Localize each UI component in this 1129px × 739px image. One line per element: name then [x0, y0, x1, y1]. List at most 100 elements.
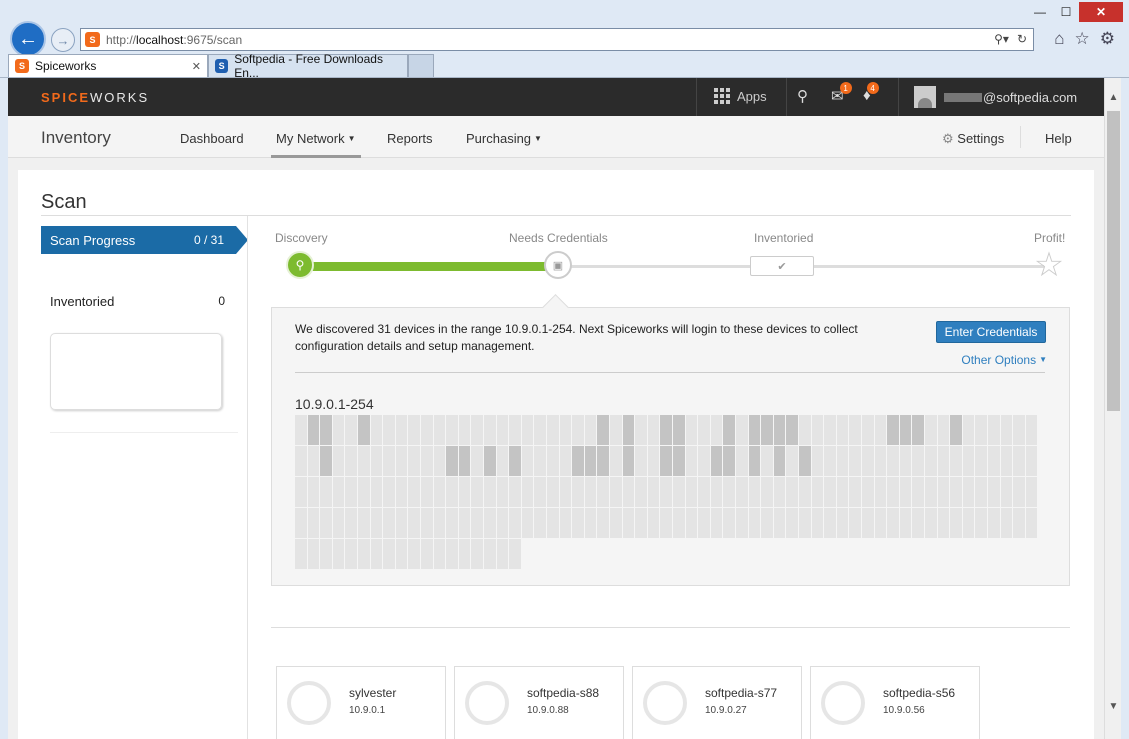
tab-softpedia[interactable]: S Softpedia - Free Downloads En... [208, 52, 408, 80]
vertical-scrollbar[interactable]: ▲ ▼ [1104, 78, 1121, 739]
search-icon[interactable]: ⚲ [797, 87, 808, 105]
ip-cell [925, 446, 937, 476]
device-ip: 10.9.0.56 [883, 705, 925, 716]
device-card[interactable]: softpedia-s77 10.9.0.27 [632, 666, 802, 739]
device-card[interactable]: softpedia-s88 10.9.0.88 [454, 666, 624, 739]
ip-cell [962, 446, 975, 476]
apps-button[interactable]: Apps [714, 88, 767, 104]
back-button[interactable]: ← [10, 21, 46, 57]
inventoried-label: Inventoried [50, 294, 115, 309]
ip-cell [458, 508, 471, 538]
tab-spiceworks[interactable]: S Spiceworks ✕ [8, 54, 208, 77]
nav-reports[interactable]: Reports [387, 131, 433, 146]
ip-cell [1013, 446, 1025, 476]
ip-cell [899, 477, 912, 507]
ip-cell [710, 477, 723, 507]
ip-cell [748, 446, 761, 476]
ip-cell [773, 508, 786, 538]
nav-dashboard[interactable]: Dashboard [180, 131, 244, 146]
ip-cell [1025, 508, 1038, 538]
nav-purchasing[interactable]: Purchasing ▼ [466, 131, 542, 146]
minimize-button[interactable]: — [1027, 2, 1053, 22]
ip-cell [358, 508, 370, 538]
address-url[interactable]: http://localhost:9675/scan [106, 33, 242, 47]
ip-cell [295, 539, 307, 569]
ip-cell [811, 477, 824, 507]
ip-cell [471, 539, 483, 569]
enter-credentials-button[interactable]: Enter Credentials [936, 321, 1046, 343]
ip-cell [635, 446, 647, 476]
ip-cell [773, 446, 786, 476]
home-icon[interactable]: ⌂ [1054, 29, 1064, 49]
ip-cell [799, 415, 811, 445]
close-tab-icon[interactable]: ✕ [192, 60, 201, 73]
scroll-down-icon[interactable]: ▼ [1105, 701, 1122, 715]
spiceworks-favicon: S [15, 59, 29, 73]
nav-help[interactable]: Help [1045, 131, 1072, 146]
ip-cell [635, 415, 647, 445]
notifications-bell-icon[interactable]: ♦ 4 [863, 82, 879, 104]
new-tab-button[interactable] [408, 54, 434, 77]
ip-cell [345, 415, 357, 445]
nav-settings[interactable]: ⚙ Settings [942, 131, 1004, 147]
ip-cell [471, 477, 483, 507]
ip-cell [597, 477, 609, 507]
ip-cell [925, 508, 937, 538]
ip-cell [912, 477, 924, 507]
ip-cell [912, 446, 924, 476]
spiceworks-logo[interactable]: SPICEWORKS [41, 90, 149, 105]
ip-cell [685, 508, 698, 538]
refresh-icon[interactable]: ↻ [1017, 32, 1027, 46]
settings-gear-icon[interactable]: ⚙ [1100, 29, 1115, 49]
ip-cell [295, 415, 307, 445]
ip-cell [1025, 477, 1038, 507]
nav-my-network[interactable]: My Network ▼ [271, 131, 361, 158]
favorites-star-icon[interactable]: ☆ [1075, 29, 1090, 49]
scrollbar-thumb[interactable] [1107, 111, 1120, 411]
scroll-up-icon[interactable]: ▲ [1105, 92, 1122, 104]
ip-cell [937, 415, 950, 445]
ip-cell [673, 415, 685, 445]
ip-cell [849, 415, 861, 445]
ip-cell [610, 508, 622, 538]
ip-cell [332, 508, 345, 538]
address-bar[interactable]: S http://localhost:9675/scan ⚲▾ ↻ [80, 28, 1034, 51]
ip-cell [584, 477, 597, 507]
ip-cell [332, 539, 345, 569]
ip-cell [597, 415, 609, 445]
ip-cell [383, 539, 395, 569]
tab-strip: S Spiceworks ✕ S Softpedia - Free Downlo… [8, 52, 434, 80]
other-options-link[interactable]: Other Options ▼ [952, 353, 1047, 367]
search-icon[interactable]: ⚲▾ [994, 32, 1009, 46]
avatar[interactable] [914, 86, 936, 108]
ip-cell [811, 508, 824, 538]
messages-icon[interactable]: ✉ 1 [831, 82, 852, 105]
ip-cell [975, 446, 987, 476]
ip-cell [572, 415, 584, 445]
ip-cell [320, 446, 332, 476]
sidebar-item-inventoried[interactable]: Inventoried 0 [50, 294, 225, 309]
ip-cell [887, 508, 899, 538]
ip-cell [433, 415, 446, 445]
ip-cell [635, 477, 647, 507]
sidebar-item-scan-progress[interactable]: Scan Progress 0 / 31 [41, 226, 248, 254]
maximize-button[interactable]: ☐ [1053, 2, 1079, 22]
ip-cell [899, 415, 912, 445]
device-card[interactable]: softpedia-s56 10.9.0.56 [810, 666, 980, 739]
ip-cell [622, 508, 635, 538]
ip-cell [610, 477, 622, 507]
ip-cell [849, 508, 861, 538]
forward-button[interactable]: → [51, 28, 75, 52]
user-email[interactable]: @softpedia.com [944, 90, 1077, 105]
ip-cell [1000, 508, 1013, 538]
ip-cell [849, 477, 861, 507]
device-ip: 10.9.0.88 [527, 705, 569, 716]
ip-cell [786, 508, 798, 538]
device-card[interactable]: sylvester 10.9.0.1 [276, 666, 446, 739]
close-button[interactable]: ✕ [1079, 2, 1123, 22]
device-status-circle [821, 681, 865, 725]
ip-cell [786, 446, 798, 476]
ip-cell [307, 477, 320, 507]
ip-cell [521, 446, 534, 476]
ip-cell [988, 446, 1000, 476]
